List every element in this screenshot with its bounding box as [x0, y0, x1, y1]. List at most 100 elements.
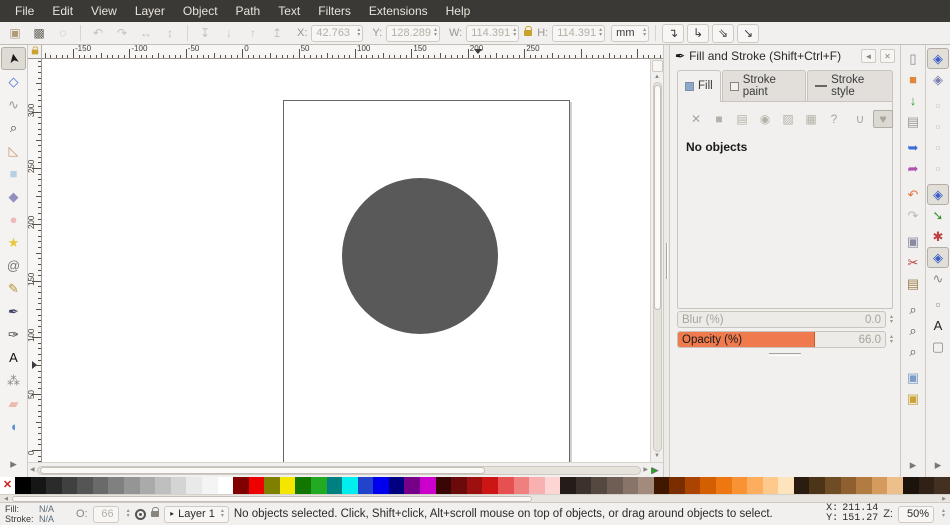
- paint-flat-color-button[interactable]: ■: [709, 110, 729, 128]
- palette-swatch[interactable]: [310, 477, 327, 494]
- tab-stroke-style[interactable]: Stroke style: [807, 70, 893, 102]
- palette-swatch[interactable]: [30, 477, 47, 494]
- scrollbar-corner-button[interactable]: [651, 60, 663, 72]
- import-button[interactable]: ➥: [902, 137, 924, 158]
- tab-stroke-paint[interactable]: Stroke paint: [721, 70, 807, 102]
- zoom-tool[interactable]: ⌕: [1, 116, 26, 139]
- text-tool[interactable]: A: [1, 346, 26, 369]
- units-spinner[interactable]: [643, 28, 646, 38]
- palette-swatch[interactable]: [638, 477, 654, 494]
- palette-swatch[interactable]: [420, 477, 436, 494]
- menu-help[interactable]: Help: [437, 0, 480, 22]
- palette-scroll-track[interactable]: [10, 495, 940, 502]
- cut-button[interactable]: ✂: [902, 252, 924, 273]
- select-all-layers-button[interactable]: ▩: [28, 24, 50, 43]
- palette-swatch[interactable]: [887, 477, 903, 494]
- paint-swatch-button[interactable]: ▦: [801, 110, 821, 128]
- palette-swatch[interactable]: [139, 477, 156, 494]
- palette-swatch[interactable]: [544, 477, 561, 494]
- menu-filters[interactable]: Filters: [309, 0, 360, 22]
- menu-text[interactable]: Text: [269, 0, 309, 22]
- palette-swatch[interactable]: [497, 477, 514, 494]
- deselect-button[interactable]: ◌: [52, 24, 74, 43]
- menu-edit[interactable]: Edit: [43, 0, 82, 22]
- export-button[interactable]: ➦: [902, 158, 924, 179]
- selector-tool[interactable]: ➤: [1, 47, 26, 70]
- menu-extensions[interactable]: Extensions: [360, 0, 437, 22]
- measure-tool[interactable]: ◺: [1, 139, 26, 162]
- open-document-button[interactable]: ■: [902, 69, 924, 90]
- palette-swatch[interactable]: [279, 477, 296, 494]
- scroll-down-arrow[interactable]: [654, 452, 660, 461]
- calligraphy-tool[interactable]: ✑: [1, 323, 26, 346]
- palette-swatch[interactable]: [388, 477, 405, 494]
- pane-resize-grip[interactable]: [769, 353, 801, 356]
- palette-swatch[interactable]: [606, 477, 623, 494]
- palette-swatch[interactable]: [466, 477, 483, 494]
- flip-vertical-button[interactable]: ↕: [159, 24, 181, 43]
- palette-swatch[interactable]: [248, 477, 265, 494]
- rotate-ccw-button[interactable]: ↶: [87, 24, 109, 43]
- palette-swatch[interactable]: [622, 477, 639, 494]
- zoom-drawing-button[interactable]: ⌕: [902, 320, 924, 341]
- eraser-tool[interactable]: ▰: [1, 392, 26, 415]
- palette-swatch[interactable]: [357, 477, 374, 494]
- paint-unknown-button[interactable]: ?: [824, 110, 844, 128]
- width-spinner[interactable]: [513, 28, 516, 38]
- palette-swatch[interactable]: [669, 477, 685, 494]
- tweak-tool[interactable]: ∿: [1, 93, 26, 116]
- snap-nodes-button[interactable]: ◈: [927, 184, 949, 205]
- snap-bbox-centers-button[interactable]: ▫: [927, 158, 949, 179]
- redo-button[interactable]: ↷: [902, 205, 924, 226]
- commands-expander[interactable]: ▸: [902, 454, 924, 475]
- y-field[interactable]: 128.289: [386, 24, 440, 42]
- palette-swatch[interactable]: [482, 477, 498, 494]
- zoom-page-button[interactable]: ⌕: [902, 341, 924, 362]
- snap-bbox-edges-button[interactable]: ▫: [927, 95, 949, 116]
- palette-swatch[interactable]: [201, 477, 218, 494]
- fill-rule-nonzero-button[interactable]: ♥: [873, 110, 893, 128]
- palette-swatch[interactable]: [591, 477, 607, 494]
- raise-to-top-button[interactable]: ↥: [266, 24, 288, 43]
- height-spinner[interactable]: [599, 28, 602, 38]
- affect-patterns-button[interactable]: ↘: [737, 23, 760, 43]
- menu-object[interactable]: Object: [174, 0, 227, 22]
- palette-swatch[interactable]: [295, 477, 311, 494]
- lock-ratio-icon[interactable]: [524, 26, 533, 36]
- palette-swatch[interactable]: [373, 477, 389, 494]
- height-field[interactable]: 114.391: [552, 24, 606, 42]
- palette-swatch[interactable]: [124, 477, 140, 494]
- y-spinner[interactable]: [434, 28, 437, 38]
- palette-swatch[interactable]: [856, 477, 872, 494]
- palette-swatch[interactable]: [918, 477, 935, 494]
- palette-swatch[interactable]: [326, 477, 343, 494]
- bucket-tool[interactable]: ◖: [1, 415, 26, 438]
- ellipse-object[interactable]: [342, 178, 498, 334]
- palette-swatch[interactable]: [840, 477, 857, 494]
- raise-button[interactable]: ↑: [242, 24, 264, 43]
- guides-lock-icon[interactable]: [31, 45, 38, 54]
- palette-swatch[interactable]: [747, 477, 763, 494]
- palette-swatch[interactable]: [92, 477, 109, 494]
- pencil-tool[interactable]: ✎: [1, 277, 26, 300]
- dock-close-button[interactable]: [880, 49, 895, 63]
- affect-gradients-button[interactable]: ⇘: [712, 23, 735, 43]
- menu-path[interactable]: Path: [227, 0, 270, 22]
- flip-horizontal-button[interactable]: ↔: [135, 24, 157, 43]
- palette-swatch[interactable]: [233, 477, 249, 494]
- palette-swatch[interactable]: [700, 477, 717, 494]
- canvas[interactable]: [42, 59, 650, 462]
- affect-stroke-width-button[interactable]: ↴: [662, 23, 685, 43]
- x-spinner[interactable]: [357, 28, 360, 38]
- color-managed-display-icon[interactable]: [648, 463, 661, 478]
- horizontal-ruler[interactable]: -150 -100 -50 0 50 100 150 200 250: [42, 45, 663, 59]
- palette-swatch[interactable]: [653, 477, 670, 494]
- palette-swatch[interactable]: [762, 477, 779, 494]
- scroll-up-arrow[interactable]: [654, 73, 660, 82]
- zoom-selection-button[interactable]: ⌕: [902, 299, 924, 320]
- palette-swatch[interactable]: [186, 477, 202, 494]
- select-all-button[interactable]: ▣: [4, 24, 26, 43]
- star-tool[interactable]: ★: [1, 231, 26, 254]
- toolbox-expander[interactable]: ▸: [1, 452, 26, 475]
- lower-button[interactable]: ↓: [218, 24, 240, 43]
